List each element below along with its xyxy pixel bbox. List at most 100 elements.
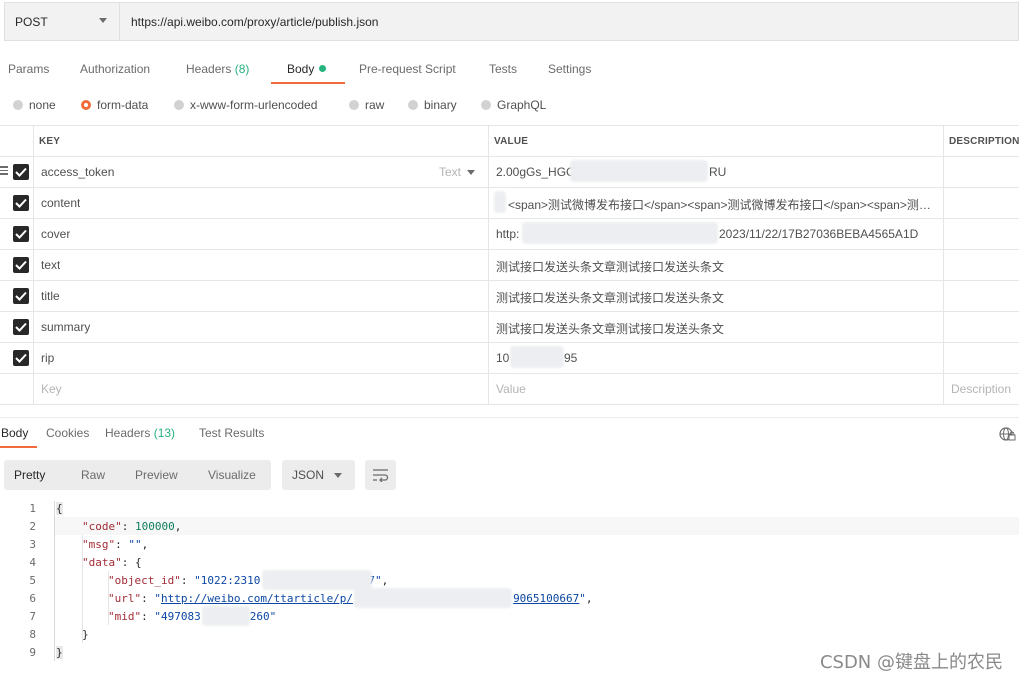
json-link[interactable]: 9065100667 [513,592,579,605]
response-tab-test-results[interactable]: Test Results [199,426,264,440]
redaction-blur [570,160,708,182]
radio-binary[interactable]: binary [408,98,457,112]
tab-pre-request-script-label: Pre-request Script [359,62,456,76]
request-bar: POST https://api.weibo.com/proxy/article… [4,2,1019,41]
globe-lock-icon[interactable] [999,426,1016,445]
radio-graphql[interactable]: GraphQL [481,98,546,112]
response-tab-cookies-label: Cookies [46,426,90,440]
row-value[interactable]: 10 [496,351,509,365]
row-value[interactable]: <span>测试微博发布接口</span><span>测试微博发布接口</spa… [508,196,938,213]
tab-body-label: Body [287,62,315,76]
tab-authorization[interactable]: Authorization [80,61,150,77]
row-value[interactable]: 测试接口发送头条文章测试接口发送头条文 [496,289,724,306]
drag-handle-icon[interactable] [0,166,8,177]
radio-selected-icon [81,100,91,110]
radio-none[interactable]: none [13,98,56,112]
row-value[interactable]: 2.00gGs_HGC [496,165,575,179]
row-value[interactable]: 测试接口发送头条文章测试接口发送头条文 [496,320,724,337]
row-value-tail: 2023/11/22/17B27036BEBA4565A1D [719,227,919,241]
radio-graphql-label: GraphQL [497,98,547,112]
row-checkbox[interactable] [13,195,29,211]
code-line: "mid": "497083 260" [108,610,277,623]
row-key[interactable]: content [41,196,80,210]
json-key: "object_id" [108,574,181,587]
json-number: 100000 [135,520,175,533]
radio-icon [349,100,359,110]
row-key[interactable]: cover [41,227,70,241]
redaction-blur [522,222,718,244]
row-key[interactable]: access_token [41,165,114,179]
view-raw-button[interactable]: Raw [81,460,105,490]
radio-icon [174,100,184,110]
redaction-blur [494,191,506,213]
view-pretty-button[interactable]: Pretty [14,460,45,490]
row-checkbox[interactable] [13,319,29,335]
row-checkbox[interactable] [13,350,29,366]
code-line: "data": { [82,556,142,569]
column-header-key: KEY [39,136,61,147]
section-divider [0,417,1019,418]
radio-binary-label: binary [424,98,457,112]
line-number: 4 [29,556,36,569]
radio-none-label: none [29,98,56,112]
row-checkbox[interactable] [13,257,29,273]
line-number: 9 [29,646,36,659]
radio-raw-label: raw [365,98,385,112]
indent-guide [82,535,83,643]
table-border [0,156,1019,157]
code-brace: { [56,502,63,515]
row-checkbox[interactable] [13,226,29,242]
format-select[interactable]: JSON [282,460,355,490]
tab-authorization-label: Authorization [80,62,151,76]
line-number: 8 [29,628,36,641]
table-border [0,125,1019,126]
wrap-lines-icon [373,469,389,482]
response-tab-cookies[interactable]: Cookies [46,426,89,440]
json-link[interactable]: http://weibo.com/ttarticle/p/ [161,592,353,605]
tab-tests[interactable]: Tests [489,61,517,77]
radio-form-data-label: form-data [97,98,149,112]
row-value[interactable]: http: [496,227,519,241]
row-checkbox[interactable] [13,288,29,304]
response-tab-body[interactable]: Body [1,426,28,440]
url-input[interactable]: https://api.weibo.com/proxy/article/publ… [131,3,378,40]
view-visualize-button[interactable]: Visualize [208,460,256,490]
tab-body[interactable]: Body [287,61,327,77]
code-line: "msg": "", [82,538,149,551]
table-divider [943,125,944,405]
view-preview-button[interactable]: Preview [135,460,178,490]
row-key[interactable]: title [41,289,60,303]
line-number: 2 [29,520,36,533]
radio-form-data[interactable]: form-data [81,98,148,112]
new-description-input[interactable]: Description [951,382,1011,396]
tab-params[interactable]: Params [8,61,49,77]
redaction-blur [510,346,564,368]
radio-raw[interactable]: raw [349,98,384,112]
tab-params-label: Params [8,62,50,76]
table-divider [33,125,34,405]
redaction-blur [354,588,512,608]
table-border [0,404,1019,405]
method-label: POST [15,14,48,29]
tab-headers[interactable]: Headers (8) [186,61,249,77]
response-tab-headers-label: Headers [105,426,151,440]
response-tab-headers[interactable]: Headers (13) [105,426,175,440]
json-key: "mid" [108,610,142,623]
row-checkbox[interactable] [13,164,29,180]
format-label: JSON [292,468,325,482]
row-key[interactable]: summary [41,320,90,334]
new-value-input[interactable]: Value [496,382,526,396]
json-string: "497083 [154,610,201,623]
wrap-lines-button[interactable] [365,460,396,490]
type-select[interactable]: Text [439,165,461,179]
tab-settings[interactable]: Settings [548,61,591,77]
chevron-down-icon[interactable] [467,170,475,175]
new-key-input[interactable]: Key [41,382,62,396]
radio-icon [408,100,418,110]
radio-x-www-form-urlencoded[interactable]: x-www-form-urlencoded [174,98,317,112]
row-key[interactable]: rip [41,351,54,365]
tab-pre-request-script[interactable]: Pre-request Script [359,61,456,77]
chevron-down-icon[interactable] [99,18,107,23]
row-value[interactable]: 测试接口发送头条文章测试接口发送头条文 [496,258,724,275]
row-key[interactable]: text [41,258,60,272]
